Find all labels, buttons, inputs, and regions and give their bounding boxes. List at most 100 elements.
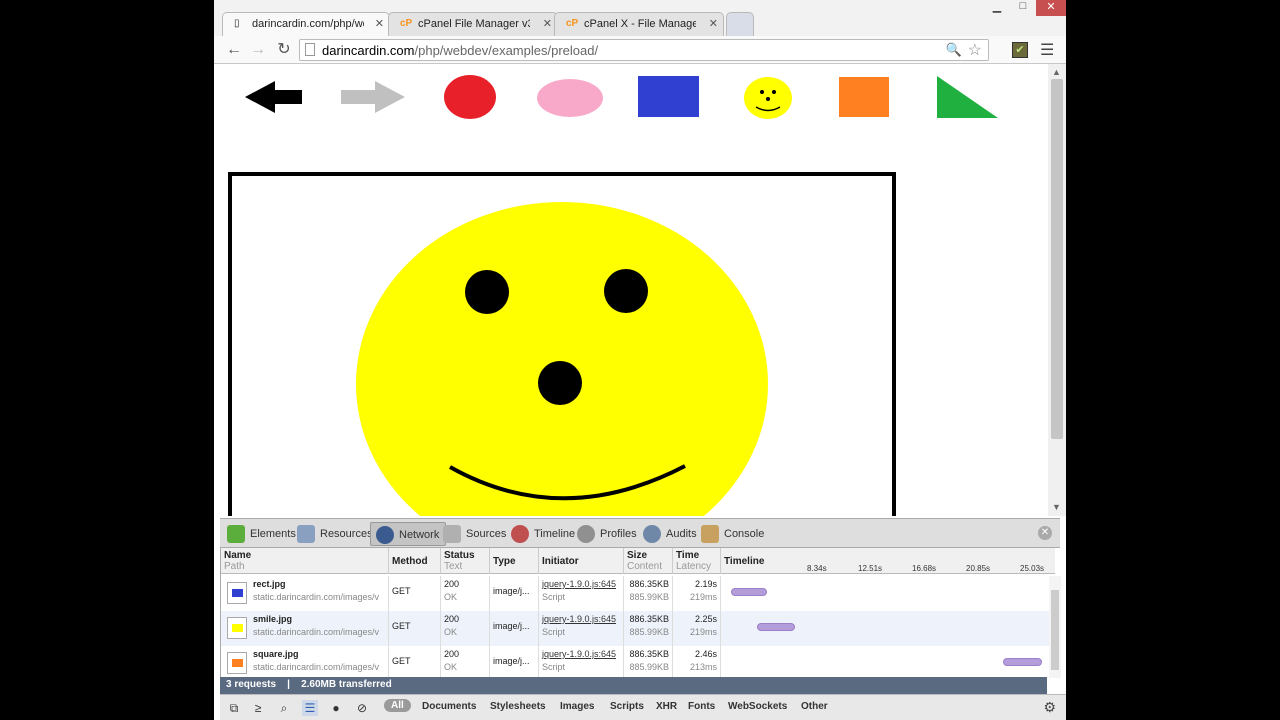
reload-icon[interactable]: ↻: [274, 40, 294, 60]
url-host: darincardin.com: [322, 43, 415, 58]
col-method[interactable]: Method: [389, 548, 441, 574]
request-initiator[interactable]: jquery-1.9.0.js:645: [542, 648, 620, 661]
request-timeline-cell: [721, 611, 1049, 646]
thumb-red-circle: [444, 75, 496, 119]
tab-cpanel-x[interactable]: cP cPanel X - File Manager ✕: [554, 12, 724, 36]
timeline-tick: 25.03s: [1020, 564, 1045, 573]
filter-stylesheets[interactable]: Stylesheets: [490, 701, 546, 712]
scroll-thumb[interactable]: [1051, 590, 1059, 670]
audits-icon: [643, 525, 661, 543]
devtools-close-icon[interactable]: ✕: [1038, 526, 1052, 540]
forward-icon[interactable]: →: [248, 40, 268, 60]
tab-darincardin[interactable]: ▯ darincardin.com/php/web ✕: [222, 12, 390, 36]
maximize-icon[interactable]: □: [1010, 0, 1036, 16]
devtools-tab-timeline[interactable]: Timeline: [506, 522, 581, 546]
list-view-icon[interactable]: ☰: [302, 700, 318, 716]
record-icon[interactable]: ●: [328, 700, 344, 716]
filter-other[interactable]: Other: [801, 701, 828, 712]
request-initiator-cell[interactable]: jquery-1.9.0.js:645 Script: [539, 576, 624, 611]
tab-cpanel-v3[interactable]: cP cPanel File Manager v3 ✕: [388, 12, 558, 36]
request-initiator[interactable]: jquery-1.9.0.js:645: [542, 613, 620, 626]
devtools-tab-console[interactable]: Console: [696, 522, 770, 546]
bookmark-star-icon[interactable]: ☆: [968, 40, 982, 60]
request-row[interactable]: square.jpg static.darincardin.com/images/…: [221, 646, 1049, 681]
new-tab-button[interactable]: [726, 12, 754, 36]
tab-label: Audits: [666, 528, 697, 540]
devtools-tab-audits[interactable]: Audits: [638, 522, 703, 546]
search-icon[interactable]: ⌕: [276, 700, 292, 716]
image-file-icon: [227, 582, 247, 604]
scroll-up-icon[interactable]: ▲: [1052, 67, 1061, 77]
close-window-icon[interactable]: ✕: [1036, 0, 1066, 16]
request-name: smile.jpg: [253, 614, 293, 624]
request-method-cell: GET: [389, 611, 441, 646]
smiley-face: [356, 202, 768, 516]
request-time-cell: 2.25s 219ms: [673, 611, 721, 646]
devtools-tab-sources[interactable]: Sources: [438, 522, 512, 546]
timeline-bar[interactable]: [1003, 658, 1042, 666]
request-type: image/j...: [493, 586, 530, 596]
thumb-orange-square: [839, 77, 889, 117]
filter-xhr[interactable]: XHR: [656, 701, 677, 712]
col-initiator-label: Initiator: [542, 556, 579, 567]
console-icon: [701, 525, 719, 543]
clear-icon[interactable]: ⊘: [354, 700, 370, 716]
address-bar[interactable]: darincardin.com/php/webdev/examples/prel…: [299, 39, 989, 61]
devtools-tab-elements[interactable]: Elements: [222, 522, 302, 546]
col-name[interactable]: Name Path: [221, 548, 389, 574]
col-path-label: Path: [224, 561, 245, 572]
menu-icon[interactable]: ☰: [1040, 40, 1054, 60]
col-initiator[interactable]: Initiator: [539, 548, 624, 574]
console-drawer-icon[interactable]: ≥: [250, 700, 266, 716]
col-time[interactable]: Time Latency: [673, 548, 721, 574]
smiley-nose: [538, 361, 582, 405]
col-size[interactable]: Size Content: [624, 548, 673, 574]
thumb-blue-rectangle: [638, 76, 699, 117]
filter-documents[interactable]: Documents: [422, 701, 476, 712]
request-initiator-cell[interactable]: jquery-1.9.0.js:645 Script: [539, 646, 624, 681]
dock-icon[interactable]: ⧉: [226, 700, 242, 716]
devtools-tab-network[interactable]: Network: [370, 522, 447, 546]
request-status: 200: [444, 649, 460, 659]
tab-label: Elements: [250, 528, 296, 540]
col-size-label: Size: [627, 550, 648, 561]
filter-images[interactable]: Images: [560, 701, 594, 712]
request-name-cell[interactable]: rect.jpg static.darincardin.com/images/v: [221, 576, 389, 611]
request-content: 885.99KB: [629, 662, 669, 672]
extension-icon[interactable]: ✔: [1012, 42, 1028, 58]
settings-gear-icon[interactable]: ⚙: [1043, 699, 1056, 716]
page-scrollbar[interactable]: ▲ ▼: [1048, 64, 1066, 516]
request-row[interactable]: rect.jpg static.darincardin.com/images/v G…: [221, 576, 1049, 611]
filter-all[interactable]: All: [384, 699, 411, 712]
col-type[interactable]: Type: [490, 548, 539, 574]
close-tab-icon[interactable]: ✕: [375, 17, 384, 30]
thumb-black-left-arrow: [245, 81, 302, 113]
network-scrollbar[interactable]: [1049, 576, 1061, 678]
request-type-cell: image/j...: [490, 646, 539, 681]
minimize-icon[interactable]: ▁: [984, 0, 1010, 16]
back-icon[interactable]: ←: [224, 40, 244, 60]
request-initiator[interactable]: jquery-1.9.0.js:645: [542, 578, 620, 591]
devtools-tab-resources[interactable]: Resources: [292, 522, 379, 546]
request-initiator-cell[interactable]: jquery-1.9.0.js:645 Script: [539, 611, 624, 646]
thumb-pink-ellipse: [537, 79, 603, 117]
request-name-cell[interactable]: square.jpg static.darincardin.com/images/…: [221, 646, 389, 681]
close-tab-icon[interactable]: ✕: [543, 17, 552, 30]
request-method-cell: GET: [389, 576, 441, 611]
request-row[interactable]: smile.jpg static.darincardin.com/images/v…: [221, 611, 1049, 646]
filter-scripts[interactable]: Scripts: [610, 701, 644, 712]
scroll-down-icon[interactable]: ▼: [1052, 502, 1061, 512]
col-status[interactable]: Status Text: [441, 548, 490, 574]
filter-fonts[interactable]: Fonts: [688, 701, 715, 712]
col-timeline[interactable]: Timeline: [721, 548, 1055, 574]
timeline-bar[interactable]: [731, 588, 767, 596]
devtools-tab-profiles[interactable]: Profiles: [572, 522, 643, 546]
timeline-bar[interactable]: [757, 623, 796, 631]
scroll-thumb[interactable]: [1051, 79, 1063, 439]
close-tab-icon[interactable]: ✕: [709, 17, 718, 30]
filter-websockets[interactable]: WebSockets: [728, 701, 787, 712]
request-name-cell[interactable]: smile.jpg static.darincardin.com/images/v: [221, 611, 389, 646]
request-status-cell: 200 OK: [441, 611, 490, 646]
request-status-text: OK: [444, 592, 458, 602]
zoom-icon[interactable]: 🔍: [946, 42, 962, 58]
